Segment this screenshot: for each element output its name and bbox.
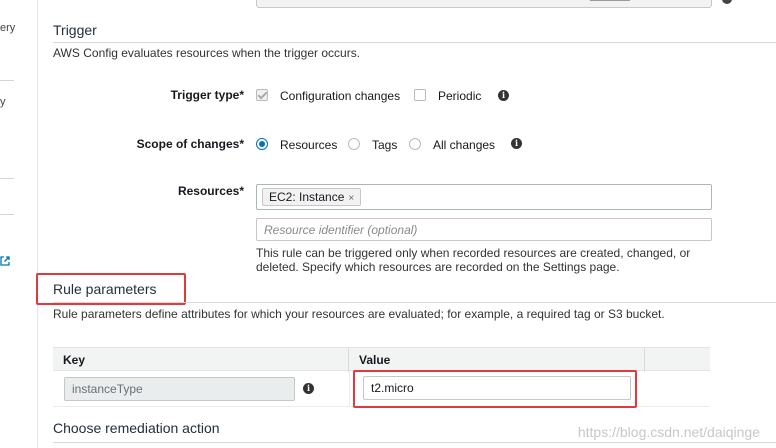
section-divider (53, 302, 776, 303)
trigger-type-label: Trigger type* (170, 88, 244, 102)
info-icon[interactable] (722, 0, 732, 7)
sidebar-divider (0, 80, 14, 81)
external-link-icon[interactable] (0, 256, 10, 269)
sidebar-divider (0, 178, 14, 179)
remove-token-icon[interactable]: × (348, 193, 354, 204)
parameter-info-icon[interactable]: i (303, 383, 314, 394)
trigger-description: AWS Config evaluates resources when the … (53, 46, 361, 60)
left-sidebar: ery y (0, 0, 38, 448)
previous-field-input[interactable] (256, 0, 712, 8)
trigger-section-title: Trigger (53, 22, 97, 38)
watermark: https://blog.csdn.net/daiqinge (577, 424, 760, 440)
sidebar-divider (0, 214, 14, 215)
previous-field-text (590, 0, 630, 1)
periodic-checkbox[interactable] (414, 89, 426, 101)
resource-token: EC2: Instance × (262, 188, 362, 206)
column-separator (349, 371, 350, 407)
section-divider (53, 442, 776, 443)
resources-label: Resources* (177, 184, 244, 198)
scope-info-icon[interactable]: i (511, 138, 522, 149)
configuration-changes-checkbox[interactable] (256, 89, 268, 101)
tags-radio-label[interactable]: Tags (372, 138, 397, 152)
value-input-highlight (353, 370, 637, 408)
resources-radio-label[interactable]: Resources (280, 138, 337, 152)
table-header: Key Value (53, 347, 710, 372)
resource-type-selector[interactable]: EC2: Instance × (256, 184, 712, 210)
section-divider (53, 42, 776, 43)
rule-parameters-highlight (36, 273, 186, 305)
all-changes-radio[interactable] (409, 138, 421, 150)
key-column-header: Key (53, 348, 349, 372)
resource-token-label: EC2: Instance (269, 190, 345, 204)
tags-radio[interactable] (348, 138, 360, 150)
periodic-label[interactable]: Periodic (438, 89, 481, 103)
scope-of-changes-label: Scope of changes* (136, 137, 244, 151)
main-content: Trigger AWS Config evaluates resources w… (36, 0, 776, 448)
rule-parameters-description: Rule parameters define attributes for wh… (53, 307, 665, 321)
resources-help-text: This rule can be triggered only when rec… (256, 246, 691, 274)
all-changes-radio-label[interactable]: All changes (433, 138, 495, 152)
value-column-header: Value (349, 348, 645, 372)
configuration-changes-label[interactable]: Configuration changes (280, 89, 400, 103)
sidebar-fragment[interactable]: ery (0, 22, 15, 34)
resources-radio[interactable] (256, 138, 268, 150)
resource-identifier-input[interactable] (256, 218, 712, 241)
sidebar-fragment[interactable]: y (0, 96, 6, 108)
parameter-key-input: instanceType (64, 377, 295, 401)
trigger-type-info-icon[interactable]: i (498, 90, 509, 101)
remediation-section-title: Choose remediation action (53, 420, 220, 436)
